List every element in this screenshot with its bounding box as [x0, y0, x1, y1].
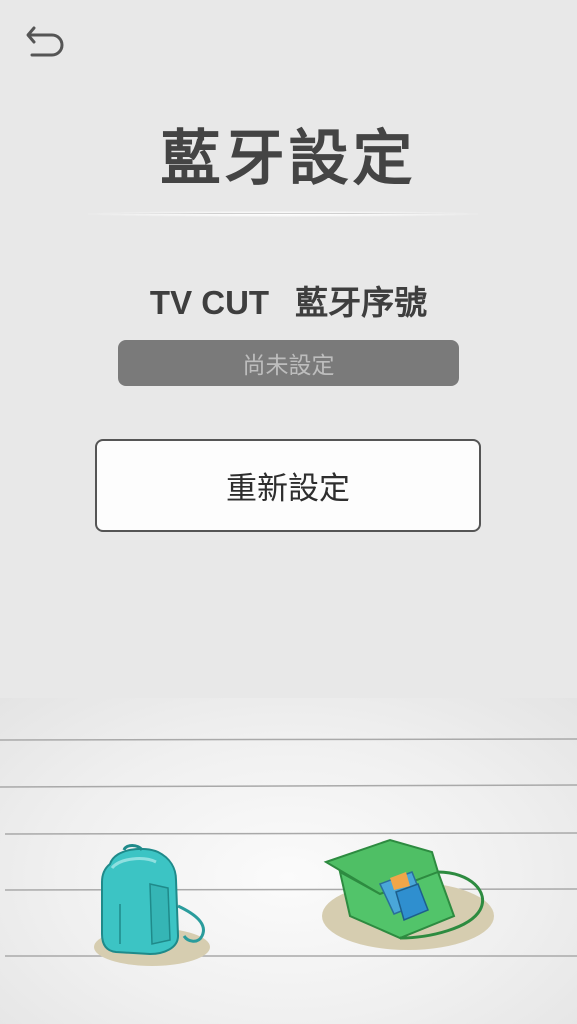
title-divider — [88, 211, 478, 217]
back-button[interactable] — [20, 18, 72, 66]
device-name: TV CUT — [149, 284, 270, 321]
serial-status-field: 尚未設定 — [118, 340, 459, 386]
floor-illustration — [0, 698, 577, 1024]
serial-label: 藍牙序號 — [295, 283, 428, 322]
serial-status-text: 尚未設定 — [242, 353, 335, 379]
backpack-icon — [94, 844, 210, 966]
page-title: 藍牙設定 — [160, 124, 417, 194]
undo-arrow-icon — [26, 26, 64, 57]
shoulder-bag-icon — [322, 838, 494, 950]
reset-button-label: 重新設定 — [226, 471, 350, 507]
serial-heading: TV CUT 藍牙序號 — [0, 276, 577, 324]
reset-button[interactable]: 重新設定 — [95, 439, 481, 532]
